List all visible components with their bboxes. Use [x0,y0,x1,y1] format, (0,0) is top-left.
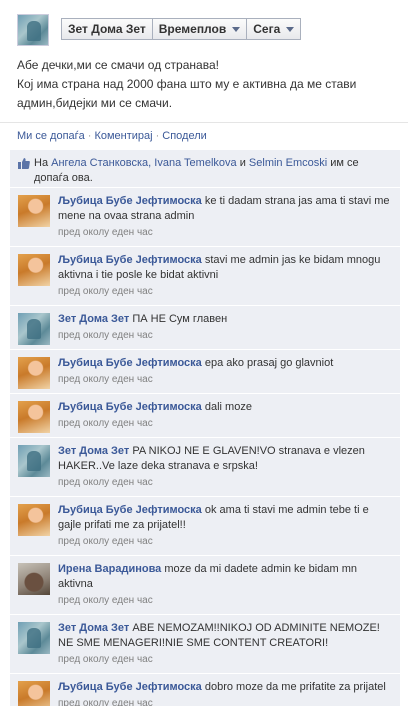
commenter-avatar[interactable] [18,357,50,389]
comment-body: Љубица Бубе Јефтимоска stavi me admin ja… [58,253,394,283]
comment-author[interactable]: Зет Дома Зет [58,622,129,634]
comment-item: Љубица Бубе Јефтимоска epa ako prasaj go… [10,349,400,393]
comment-timestamp[interactable]: пред околу еден час [58,373,394,387]
now-label: Сега [253,22,281,36]
liker-link[interactable]: Ангела Станковска, [51,157,151,169]
commenter-avatar[interactable] [18,563,50,595]
comment-timestamp[interactable]: пред околу еден час [58,697,394,706]
now-dropdown[interactable]: Сега [247,18,302,40]
chevron-down-icon [286,26,295,32]
comment-body: Зет Дома Зет ABE NEMOZAM!!NIKOJ OD ADMIN… [58,621,394,651]
post-text: Абе дечки,ми се смачи од странава! Кој и… [17,56,397,113]
comment-body: Љубица Бубе Јефтимоска dali moze [58,400,394,415]
comment-body: Љубица Бубе Јефтимоска epa ako prasaj go… [58,356,394,371]
comment-item: Љубица Бубе Јефтимоска dobro moze da me … [10,673,400,706]
post-line: админ,бидејки ми се смачи. [17,96,173,110]
comment-text: dali moze [204,401,252,413]
liker-link[interactable]: Ivana Temelkova [154,157,236,169]
comment-author[interactable]: Ирена Варадинова [58,563,161,575]
post-actions: Ми се допаѓа · Коментирај · Сподели [17,130,207,142]
comment-timestamp[interactable]: пред околу еден час [58,329,394,343]
comment-author[interactable]: Љубица Бубе Јефтимоска [58,357,202,369]
comment-body: Љубица Бубе Јефтимоска ok ama ti stavi m… [58,503,394,533]
chevron-down-icon [232,26,241,32]
post-header: Зет Дома Зет Времеплов Сега [0,0,408,50]
comment-body: Зет Дома Зет PA NIKOJ NE E GLAVEN!VO str… [58,444,394,474]
timeline-dropdown[interactable]: Времеплов [152,18,248,40]
page-avatar[interactable] [17,14,49,46]
header-button-group: Зет Дома Зет Времеплов Сега [61,18,302,40]
comment-item: Љубица Бубе Јефтимоска stavi me admin ja… [10,246,400,305]
divider [0,122,408,123]
comment-item: Зет Дома Зет PA NIKOJ NE E GLAVEN!VO str… [10,437,400,496]
comment-body: Зет Дома Зет ПА НЕ Сум главен [58,312,394,327]
comment-author[interactable]: Зет Дома Зет [58,313,129,325]
commenter-avatar[interactable] [18,504,50,536]
comment-timestamp[interactable]: пред околу еден час [58,535,394,549]
comment-list: Љубица Бубе Јефтимоска ke ti dadam stran… [10,187,400,706]
commenter-avatar[interactable] [18,195,50,227]
comment-body: Ирена Варадинова moze da mi dadete admin… [58,562,394,592]
like-link[interactable]: Ми се допаѓа [17,130,85,142]
comment-item: Љубица Бубе Јефтимоска dali moze пред око… [10,393,400,437]
comment-timestamp[interactable]: пред околу еден час [58,417,394,431]
post-line: Кој има страна над 2000 фана што му е ак… [17,77,357,91]
comment-timestamp[interactable]: пред околу еден час [58,476,394,490]
comment-item: Љубица Бубе Јефтимоска ke ti dadam stran… [10,187,400,246]
comment-text: dobro moze da me prifatite za prijatel [204,681,386,693]
liker-link[interactable]: Selmin Emcoski [249,157,327,169]
separator-dot: · [87,130,92,142]
comment-author[interactable]: Зет Дома Зет [58,445,129,457]
timeline-label: Времеплов [158,22,227,36]
comment-item: Зет Дома Зет ABE NEMOZAM!!NIKOJ OD ADMIN… [10,614,400,673]
likes-and: и [239,157,246,169]
comment-item: Љубица Бубе Јефтимоска ok ama ti stavi m… [10,496,400,555]
share-link[interactable]: Сподели [162,130,207,142]
comment-link[interactable]: Коментирај [94,130,152,142]
separator-dot: · [155,130,160,142]
comment-timestamp[interactable]: пред околу еден час [58,653,394,667]
comment-timestamp[interactable]: пред околу еден час [58,594,394,608]
commenter-avatar[interactable] [18,622,50,654]
comment-body: Љубица Бубе Јефтимоска ke ti dadam stran… [58,194,394,224]
comment-author[interactable]: Љубица Бубе Јефтимоска [58,401,202,413]
likes-summary: На Ангела Станковска, Ivana Temelkova и … [10,150,400,192]
commenter-avatar[interactable] [18,681,50,706]
likes-prefix: На [34,157,49,169]
page-name-label: Зет Дома Зет [68,22,146,36]
comment-body: Љубица Бубе Јефтимоска dobro moze da me … [58,680,394,695]
page-name-button[interactable]: Зет Дома Зет [61,18,153,40]
commenter-avatar[interactable] [18,254,50,286]
comment-timestamp[interactable]: пред околу еден час [58,226,394,240]
comment-author[interactable]: Љубица Бубе Јефтимоска [58,681,202,693]
commenter-avatar[interactable] [18,445,50,477]
comment-timestamp[interactable]: пред околу еден час [58,285,394,299]
comment-author[interactable]: Љубица Бубе Јефтимоска [58,254,202,266]
comment-item: Зет Дома Зет ПА НЕ Сум главен пред околу … [10,305,400,349]
comment-author[interactable]: Љубица Бубе Јефтимоска [58,504,202,516]
post-line: Абе дечки,ми се смачи од странава! [17,58,219,72]
comment-author[interactable]: Љубица Бубе Јефтимоска [58,195,202,207]
comment-text: ПА НЕ Сум главен [132,313,228,325]
thumbs-up-icon [18,158,30,169]
comment-item: Ирена Варадинова moze da mi dadete admin… [10,555,400,614]
commenter-avatar[interactable] [18,313,50,345]
commenter-avatar[interactable] [18,401,50,433]
comment-text: epa ako prasaj go glavniot [204,357,334,369]
